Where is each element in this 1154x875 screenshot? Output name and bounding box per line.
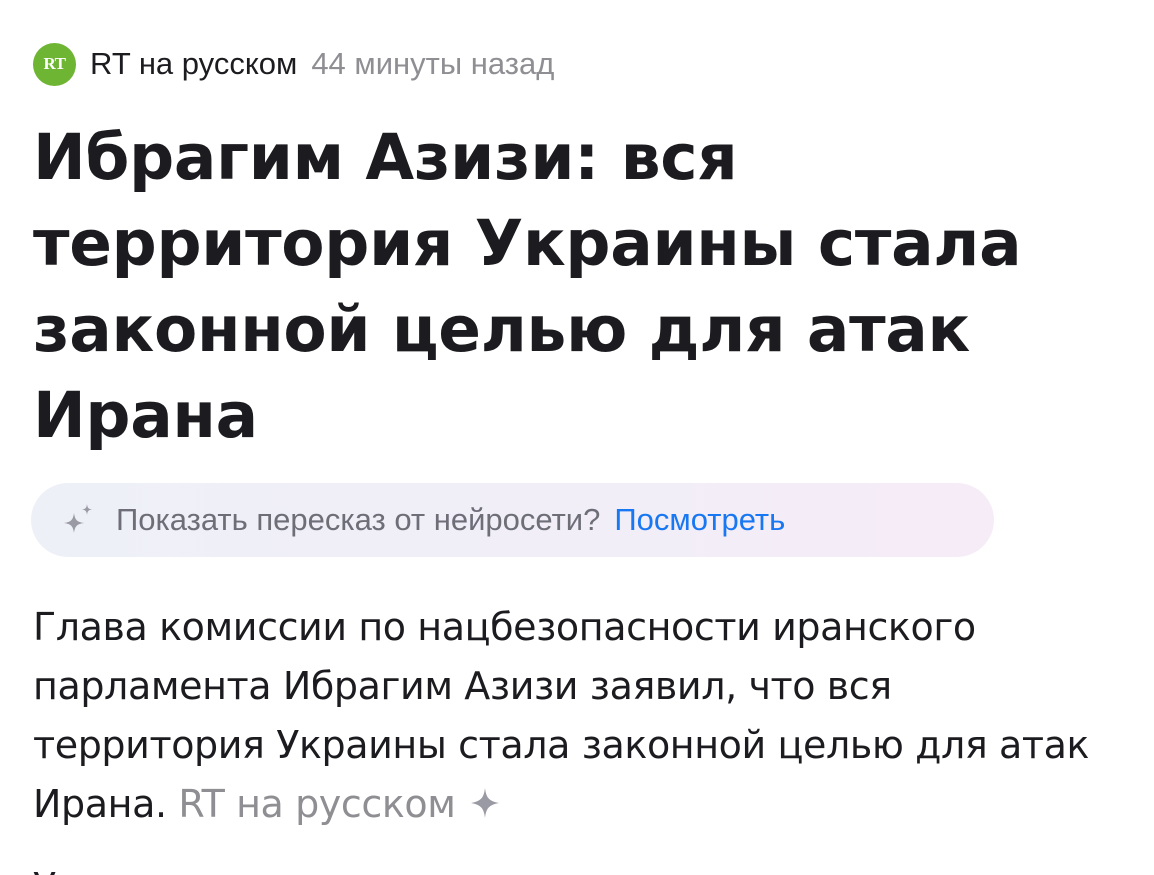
next-paragraph-start: У [33,858,56,875]
source-header: RT RT на русском 44 минуты назад [33,42,554,86]
publish-time: 44 минуты назад [311,46,555,81]
ai-summary-banner[interactable]: Показать пересказ от нейросети? Посмотре… [31,483,994,557]
ai-summary-view-link[interactable]: Посмотреть [614,502,785,538]
ai-summary-prompt: Показать пересказ от нейросети? [116,502,601,537]
rt-logo[interactable]: RT [33,42,76,86]
sparkle-icon [64,504,92,533]
article-lead: Глава комиссии по нацбезопасности иранск… [33,598,1133,834]
source-name[interactable]: RT на русском [90,46,297,82]
rt-logo-text: RT [43,54,66,73]
body-source-link[interactable]: RT на русском [178,782,456,826]
article-title: Ибрагим Азизи: вся территория Украины ст… [33,121,1022,452]
sparkle-icon[interactable] [466,784,504,822]
